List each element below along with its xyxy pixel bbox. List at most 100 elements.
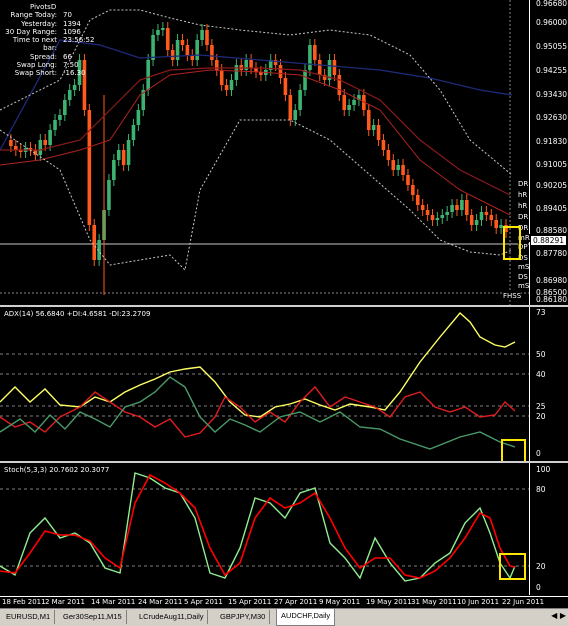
mt4-chart-window: PivotsD Range Today: 70 Yesterday: 1394 30 D… [0,0,568,626]
chart-tab[interactable]: Ger30Sep11,M15 [59,610,127,624]
candle-body [249,60,253,68]
candle-body [298,90,302,110]
candle-body [195,40,199,60]
candle-body [411,185,415,195]
candle-body [455,205,459,210]
date-tick-label: 9 May 2011 [319,598,361,606]
tab-scroll-arrows[interactable]: ◀ ▶ [551,611,566,620]
candle-body [450,205,454,212]
info-row: Time to next bar: 23:56:52 [4,36,95,53]
stochastic-indicator-pane[interactable]: Stoch(5,3,3) 20.7602 20.3077 100 80 20 0 [0,463,568,595]
info-value: 1096 [63,27,81,36]
adx-title: ADX(14) 56.6840 +DI:4.6581 -DI:23.2709 [4,310,151,318]
candle-body [415,195,420,205]
price-tick-label: 0.89405 [536,204,568,213]
adx-indicator-pane[interactable]: ADX(14) 56.6840 +DI:4.6581 -DI:23.2709 7… [0,307,568,463]
pivot-level-label: DS [518,273,528,281]
plus-di-line [0,376,516,450]
chart-tab[interactable]: LCrudeAug11,Daily [135,610,209,624]
candle-body [376,125,381,140]
candle-body [366,110,371,130]
candle-body [337,75,342,95]
adx-tick-label: 50 [536,350,546,359]
candle-body [205,30,209,45]
info-row: Swap Short: -16.30 [4,69,94,77]
candle-body [161,28,165,30]
chart-tab[interactable]: EURUSD,M1 [2,610,56,624]
adx-plot [0,311,529,450]
adx-axis[interactable] [529,307,568,461]
info-key: Yesterday: [21,19,57,28]
candle-body [484,212,489,215]
price-chart-pane[interactable]: PivotsD Range Today: 70 Yesterday: 1394 30 D… [0,0,568,305]
info-key: Swap Short: [14,69,57,78]
chart-tab[interactable]: GBPJPY,M30 [216,610,271,624]
candle-body [317,60,322,75]
adx-tick-label: 25 [536,402,546,411]
candle-body [469,215,474,225]
stochastic-plot [0,472,529,582]
price-tick-label: 0.87780 [536,249,568,258]
candle-body [445,212,449,215]
candle-body [494,220,498,228]
price-tick-label: 0.91830 [536,137,568,146]
candle-body [165,28,170,50]
price-tick-label: 0.95055 [536,42,568,51]
price-tick-label: 0.93430 [536,90,568,99]
adx-line [0,311,516,418]
info-value: 7.50 [63,61,79,70]
info-value: 66 [63,52,72,61]
info-value: -16.30 [63,69,86,78]
stoch-signal-line [0,473,516,579]
candle-body [210,45,214,60]
candle-body [87,110,92,225]
date-tick-label: 18 Feb 2011 [2,598,46,606]
adx-tick-label: 73 [536,308,546,317]
info-key: 30 Day Range: [5,27,57,36]
price-tick-label: 0.88291 [531,236,567,245]
candle-body [107,180,111,210]
date-tick-label: 15 Apr 2011 [228,598,272,606]
candle-body [156,30,160,35]
candle-body [435,218,440,220]
candle-body [121,150,126,165]
stoch-tick-label: 80 [536,485,546,494]
candle-body [136,110,141,125]
date-tick-label: 5 Apr 2011 [184,598,223,606]
candle-body [224,85,229,90]
ma-mid-line [0,69,511,216]
candle-body [278,65,283,78]
price-tick-label: 0.88580 [536,226,568,235]
candle-body [420,205,425,210]
stoch-title: Stoch(5,3,3) 20.7602 20.3077 [4,466,110,474]
pivot-level-label: DR [518,180,529,188]
stoch-axis[interactable] [529,463,568,595]
pivot-level-label: mS [518,263,530,271]
candle-body [464,200,469,215]
candle-body [479,212,484,220]
info-row: 30 Day Range: 1096 [4,28,94,36]
chevron-left-icon[interactable]: ◀ [551,611,557,620]
adx-tick-label: 40 [536,370,546,379]
candle-body [53,120,57,130]
info-key: Range Today: [10,11,57,20]
candle-body [313,45,317,60]
chevron-right-icon[interactable]: ▶ [560,611,566,620]
info-key: Swap Long: [16,61,57,70]
pivot-level-label: hR [518,202,528,210]
highlight-box-adx [501,439,526,463]
chart-tab[interactable]: AUDCHF,Daily [276,609,336,626]
candle-body [474,220,479,225]
info-row: Yesterday: 1394 [4,20,94,28]
price-tick-label: 0.86980 [536,276,568,285]
candle-body [58,115,62,120]
stoch-tick-label: 0 [536,583,541,592]
price-tick-label: 0.92630 [536,113,568,122]
minus-di-line [0,385,516,438]
candle-body [219,70,224,85]
candle-body [185,45,190,55]
adx-tick-label: 0 [536,449,541,458]
candle-body [200,30,204,40]
candle-body [396,165,400,170]
candle-body [9,140,13,146]
